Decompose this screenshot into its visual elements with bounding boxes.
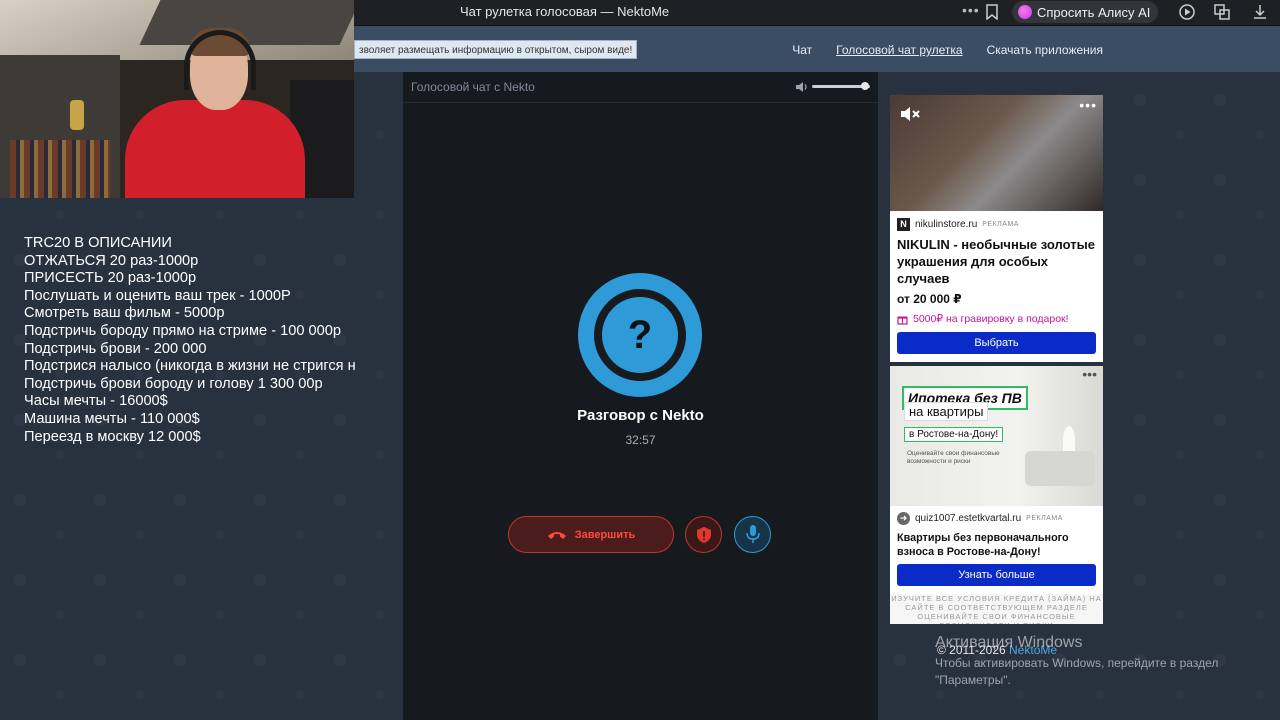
stream-donation-list: TRC20 В ОПИСАНИИ ОТЖАТЬСЯ 20 раз-1000р П… bbox=[24, 235, 376, 446]
ad-title: NIKULIN - необычные золотые украшения дл… bbox=[897, 237, 1095, 286]
info-notice: зволяет размещать информацию в открытом,… bbox=[354, 40, 638, 59]
ad-domain-text: nikulinstore.ru bbox=[915, 219, 978, 230]
ad-domain: N nikulinstore.ru РЕКЛАМА bbox=[897, 218, 1019, 231]
ad-image[interactable]: Ипотека без ПВ на квартиры в Ростове-на-… bbox=[890, 366, 1103, 506]
volume-icon[interactable] bbox=[795, 80, 809, 94]
call-timer: 32:57 bbox=[625, 433, 656, 447]
panel-header: Голосовой чат с Nekto bbox=[403, 72, 878, 103]
voice-chat-panel: Голосовой чат с Nekto ? Разговор с Nekto… bbox=[403, 72, 878, 720]
brand-logo-icon: N bbox=[897, 218, 910, 231]
shield-alert-icon bbox=[696, 526, 711, 543]
download-icon[interactable] bbox=[1251, 3, 1269, 21]
overlay-line: Послушать и оценить ваш трек - 1000Р bbox=[24, 287, 291, 304]
overlay-line: Часы мечты - 16000$ bbox=[24, 393, 168, 410]
nav-voice-chat[interactable]: Голосовой чат рулетка bbox=[836, 43, 962, 57]
ad-banner-note: Оценивайте свои финансовые возможности и… bbox=[907, 450, 1000, 465]
overlay-line: Подстричь бороду прямо на стриме - 100 0… bbox=[24, 322, 341, 339]
ad-video[interactable]: ••• bbox=[890, 95, 1103, 211]
ad-promo-text: 5000₽ на гравировку в подарок! bbox=[913, 313, 1069, 325]
ad-menu-dots[interactable]: ••• bbox=[1079, 97, 1097, 113]
partner-avatar: ? bbox=[578, 273, 702, 397]
end-call-button[interactable]: Завершить bbox=[508, 516, 674, 553]
main-nav: Чат Голосовой чат рулетка Скачать прилож… bbox=[792, 43, 1103, 57]
bookmark-icon[interactable] bbox=[986, 4, 998, 20]
ad-price: от 20 000 ₽ bbox=[897, 292, 962, 306]
ask-alice-label: Спросить Алису AI bbox=[1037, 4, 1151, 20]
question-mark-icon: ? bbox=[602, 297, 678, 373]
overlay-line: ОТЖАТЬСЯ 20 раз-1000р bbox=[24, 252, 199, 269]
volume-slider-handle[interactable] bbox=[861, 82, 870, 90]
play-icon[interactable] bbox=[1178, 3, 1196, 21]
nav-chat[interactable]: Чат bbox=[792, 43, 812, 57]
arrow-logo-icon: ➜ bbox=[897, 512, 910, 525]
overlay-line: Подстричь брови бороду и голову 1 300 00… bbox=[24, 375, 323, 392]
windows-activation-title: Активация Windows bbox=[935, 634, 1083, 651]
browser-menu-dots[interactable]: ••• bbox=[962, 2, 980, 18]
ad-choose-button[interactable]: Выбрать bbox=[897, 332, 1096, 354]
end-call-label: Завершить bbox=[574, 528, 636, 541]
site-header: зволяет размещать информацию в открытом,… bbox=[354, 26, 1280, 72]
conversation-title: Разговор с Nekto bbox=[577, 407, 704, 424]
windows-activation-text-2: "Параметры". bbox=[935, 673, 1011, 687]
hangup-phone-icon bbox=[547, 531, 566, 539]
ad-banner-subline: на квартиры bbox=[904, 402, 989, 421]
microphone-icon bbox=[745, 524, 760, 543]
ad-learn-more-button[interactable]: Узнать больше bbox=[897, 564, 1096, 586]
webcam-overlay bbox=[0, 0, 354, 198]
overlay-line: TRC20 В ОПИСАНИИ bbox=[24, 235, 172, 251]
browser-tab-title: Чат рулетка голосовая — NektoMe bbox=[460, 4, 670, 19]
overlay-line: Машина мечты - 110 000$ bbox=[24, 410, 200, 427]
ask-alice-button[interactable]: Спросить Алису AI bbox=[1012, 1, 1159, 23]
ad-disclaimer: ИЗУЧИТЕ ВСЕ УСЛОВИЯ КРЕДИТА (ЗАЙМА) НА С… bbox=[890, 594, 1103, 624]
ad-tag: РЕКЛАМА bbox=[1026, 515, 1063, 522]
ad-domain-text: quiz1007.estetkvartal.ru bbox=[915, 513, 1022, 524]
ad-nikulin[interactable]: ••• N nikulinstore.ru РЕКЛАМА NIKULIN - … bbox=[890, 95, 1103, 362]
ad-title: Квартиры без первоначального взноса в Ро… bbox=[897, 532, 1069, 558]
translate-icon[interactable] bbox=[1213, 3, 1231, 21]
overlay-line: Смотреть ваш фильм - 5000р bbox=[24, 305, 225, 322]
gift-icon bbox=[897, 316, 908, 325]
windows-activation-text: Чтобы активировать Windows, перейдите в … bbox=[935, 656, 1219, 670]
ad-menu-dots[interactable]: ••• bbox=[1082, 366, 1097, 382]
report-button[interactable] bbox=[685, 516, 722, 553]
mute-icon[interactable] bbox=[900, 105, 920, 123]
overlay-line: Переезд в москву 12 000$ bbox=[24, 428, 201, 445]
overlay-line: ПРИСЕСТЬ 20 раз-1000р bbox=[24, 270, 197, 287]
overlay-line: Подстричь брови - 200 000 bbox=[24, 340, 207, 357]
ad-mortgage[interactable]: Ипотека без ПВ на квартиры в Ростове-на-… bbox=[890, 366, 1103, 624]
microphone-button[interactable] bbox=[734, 516, 771, 553]
panel-title: Голосовой чат с Nekto bbox=[411, 80, 535, 94]
ad-tag: РЕКЛАМА bbox=[982, 221, 1019, 228]
overlay-line: Подстрися налысо (никогда в жизни не стр… bbox=[24, 358, 356, 375]
ad-domain: ➜ quiz1007.estetkvartal.ru РЕКЛАМА bbox=[897, 512, 1063, 525]
ad-promo: 5000₽ на гравировку в подарок! bbox=[897, 313, 1069, 325]
ad-banner-city: в Ростове-на-Дону! bbox=[904, 427, 1004, 442]
alice-icon bbox=[1018, 5, 1032, 19]
nav-download-apps[interactable]: Скачать приложения bbox=[987, 43, 1103, 57]
